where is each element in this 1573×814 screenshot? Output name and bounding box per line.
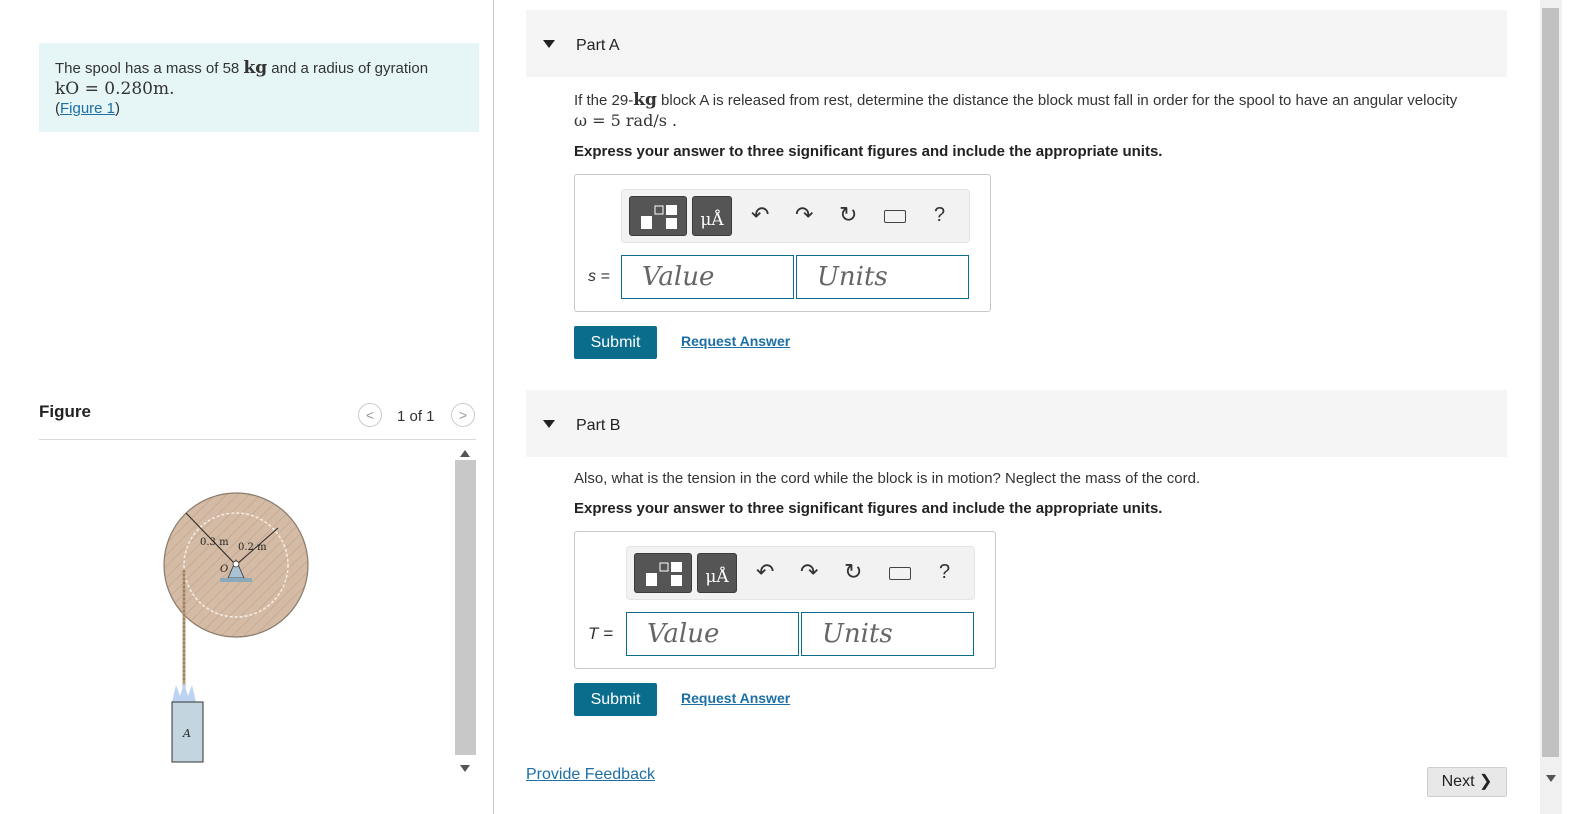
page-scrollbar-thumb[interactable]	[1542, 8, 1559, 757]
support-base	[220, 578, 252, 582]
templates-icon	[641, 205, 677, 229]
part-b-title: Part B	[576, 417, 621, 434]
label-outer-radius: 0.3 m	[200, 537, 229, 548]
keyboard-icon[interactable]	[884, 210, 906, 223]
label-center-O: O	[220, 564, 228, 575]
panel-divider	[493, 0, 494, 814]
part-a-title: Part A	[576, 37, 620, 54]
part-b-header[interactable]: Part B	[526, 390, 1507, 457]
value-input[interactable]: Value	[626, 612, 799, 656]
figure-scroll-down-icon[interactable]	[460, 765, 470, 772]
part-a-question-line-1: If the 29-kg block A is released from re…	[574, 90, 1458, 110]
figure-prev-button[interactable]: <	[358, 403, 382, 427]
help-icon[interactable]: ?	[934, 202, 945, 228]
units-input[interactable]: Units	[801, 612, 974, 656]
unit-kg: kg	[243, 58, 268, 78]
label-inner-radius: 0.2 m	[238, 542, 267, 553]
page-scroll-down-icon[interactable]	[1546, 775, 1556, 782]
part-a-question: If the 29-kg block A is released from re…	[574, 90, 1457, 131]
figure-divider	[39, 439, 476, 440]
part-a-header[interactable]: Part A	[526, 10, 1507, 77]
part-a-submit-button[interactable]: Submit	[574, 326, 657, 359]
unit-kg: kg	[633, 90, 657, 110]
templates-button[interactable]	[629, 196, 687, 236]
undo-icon[interactable]: ↶	[751, 202, 769, 228]
reset-icon[interactable]: ↻	[839, 202, 857, 228]
collapse-arrow-icon[interactable]	[543, 420, 555, 428]
part-a-request-answer-link[interactable]: Request Answer	[681, 333, 790, 349]
variable-label-s: s =	[588, 268, 610, 285]
figure-scroll-up-icon[interactable]	[460, 450, 470, 457]
reset-icon[interactable]: ↻	[844, 559, 862, 585]
figure-title: Figure	[39, 402, 91, 421]
part-b-answer-box: μÅ ↶ ↷ ↻ ? T = Value Units	[574, 531, 996, 669]
figure-link[interactable]: Figure 1	[60, 100, 115, 117]
provide-feedback-link[interactable]: Provide Feedback	[526, 766, 655, 784]
value-input[interactable]: Value	[621, 255, 794, 299]
figure-counter: 1 of 1	[397, 408, 435, 425]
cord-hook	[172, 682, 196, 702]
problem-line-1: The spool has a mass of 58 kg and a radi…	[55, 58, 429, 78]
spool-figure: 0.3 m 0.2 m O A	[163, 492, 309, 763]
problem-statement: The spool has a mass of 58 kg and a radi…	[55, 58, 428, 119]
units-button[interactable]: μÅ	[697, 553, 737, 593]
radius-of-gyration: kO = 0.280m.	[55, 79, 175, 99]
help-icon[interactable]: ?	[939, 559, 950, 585]
math-toolbar: μÅ ↶ ↷ ↻ ?	[621, 189, 970, 243]
figure-next-button[interactable]: >	[451, 403, 475, 427]
units-input[interactable]: Units	[796, 255, 969, 299]
variable-label-T: T =	[588, 624, 614, 643]
templates-button[interactable]	[634, 553, 692, 593]
next-button[interactable]: Next ❯	[1427, 767, 1507, 797]
keyboard-icon[interactable]	[889, 567, 911, 580]
label-block-A: A	[182, 727, 191, 740]
figure-link-line: (Figure 1)	[55, 100, 121, 117]
math-toolbar: μÅ ↶ ↷ ↻ ?	[626, 546, 975, 600]
part-b-question: Also, what is the tension in the cord wh…	[574, 470, 1201, 487]
part-b-request-answer-link[interactable]: Request Answer	[681, 690, 790, 706]
redo-icon[interactable]: ↷	[795, 202, 813, 228]
collapse-arrow-icon[interactable]	[543, 40, 555, 48]
part-b-submit-button[interactable]: Submit	[574, 683, 657, 716]
part-a-answer-box: μÅ ↶ ↷ ↻ ? s = Value Units	[574, 174, 991, 312]
templates-icon	[646, 562, 682, 586]
part-a-question-line-2: ω = 5 rad/s .	[574, 111, 678, 130]
units-button[interactable]: μÅ	[692, 196, 732, 236]
redo-icon[interactable]: ↷	[800, 559, 818, 585]
part-a-instruction: Express your answer to three significant…	[574, 143, 1163, 160]
undo-icon[interactable]: ↶	[756, 559, 774, 585]
figure-scrollbar[interactable]	[455, 460, 476, 755]
pin-icon	[232, 560, 240, 568]
part-b-instruction: Express your answer to three significant…	[574, 500, 1163, 517]
